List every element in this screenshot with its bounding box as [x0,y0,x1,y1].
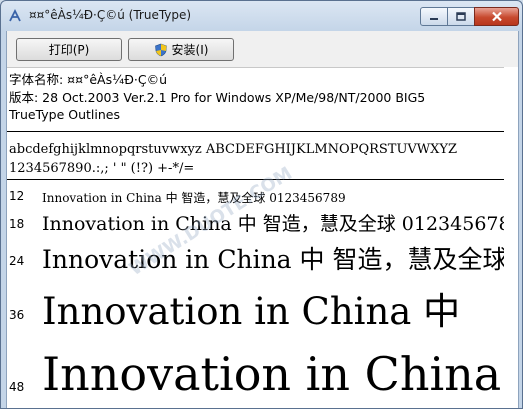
print-button[interactable]: 打印(P) [16,38,122,61]
font-type-line: TrueType Outlines [9,107,120,122]
sample-text: Innovation in China 中 智造，慧及全球 [42,245,504,274]
sample-row-24: 24 Innovation in China 中 智造，慧及全球 [7,238,504,276]
font-version-line: 版本: 28 Oct.2003 Ver.2.1 Pro for Windows … [9,89,426,105]
charset-letters: abcdefghijklmnopqrstuvwxyz ABCDEFGHIJKLM… [9,142,458,157]
print-button-label: 打印(P) [48,43,90,57]
sample-row-48: 48 Innovation in China [7,343,504,408]
sample-text: Innovation in China 中 [42,290,461,333]
install-button-label: 安装(I) [171,43,209,57]
sample-row-36: 36 Innovation in China 中 [7,281,504,333]
font-name-line: 字体名称: ¤¤°êÀs¼Ð·Ç©ú [9,72,168,87]
sample-text: Innovation in China 中 智造，慧及全球 0123456789 [42,213,504,235]
font-info: 字体名称: ¤¤°êÀs¼Ð·Ç©ú 版本: 28 Oct.2003 Ver.2… [9,71,425,124]
font-preview-area: 打印(P) 安装(I) 字体名称: ¤¤°êÀs¼Ð·Ç©ú 版本: 28 Oc… [6,31,519,408]
sample-size-label: 24 [9,254,25,268]
sample-text: Innovation in China [42,347,502,401]
close-button[interactable] [474,7,519,26]
sample-size-label: 18 [9,217,25,231]
sample-size-label: 48 [9,380,25,394]
font-viewer-window: ¤¤°êÀs¼Ð·Ç©ú (TrueType) 打印(P) 安装(I) 字体名称… [0,0,523,409]
scroll-area[interactable] [504,67,518,408]
close-icon [491,11,502,22]
maximize-button[interactable] [447,7,475,26]
install-button[interactable]: 安装(I) [128,38,234,61]
font-app-icon [9,9,21,22]
sample-size-label: 12 [9,189,25,203]
minimize-button[interactable] [420,7,448,26]
uac-shield-icon [154,43,167,56]
sample-row-12: 12 Innovation in China 中 智造，慧及全球 0123456… [7,187,504,207]
sample-size-label: 36 [9,308,25,322]
title-bar[interactable]: ¤¤°êÀs¼Ð·Ç©ú (TrueType) [1,1,522,31]
sample-text: Innovation in China 中 智造，慧及全球 0123456789 [42,191,346,205]
charset-digits: 1234567890.:,; ' " (!?) +-*/= [9,161,195,176]
toolbar: 打印(P) 安装(I) [7,31,518,68]
maximize-icon [456,12,466,21]
minimize-icon [430,17,438,20]
window-title: ¤¤°êÀs¼Ð·Ç©ú (TrueType) [29,8,192,22]
divider [7,179,504,180]
sample-row-18: 18 Innovation in China 中 智造，慧及全球 0123456… [7,209,504,237]
divider [7,131,504,132]
